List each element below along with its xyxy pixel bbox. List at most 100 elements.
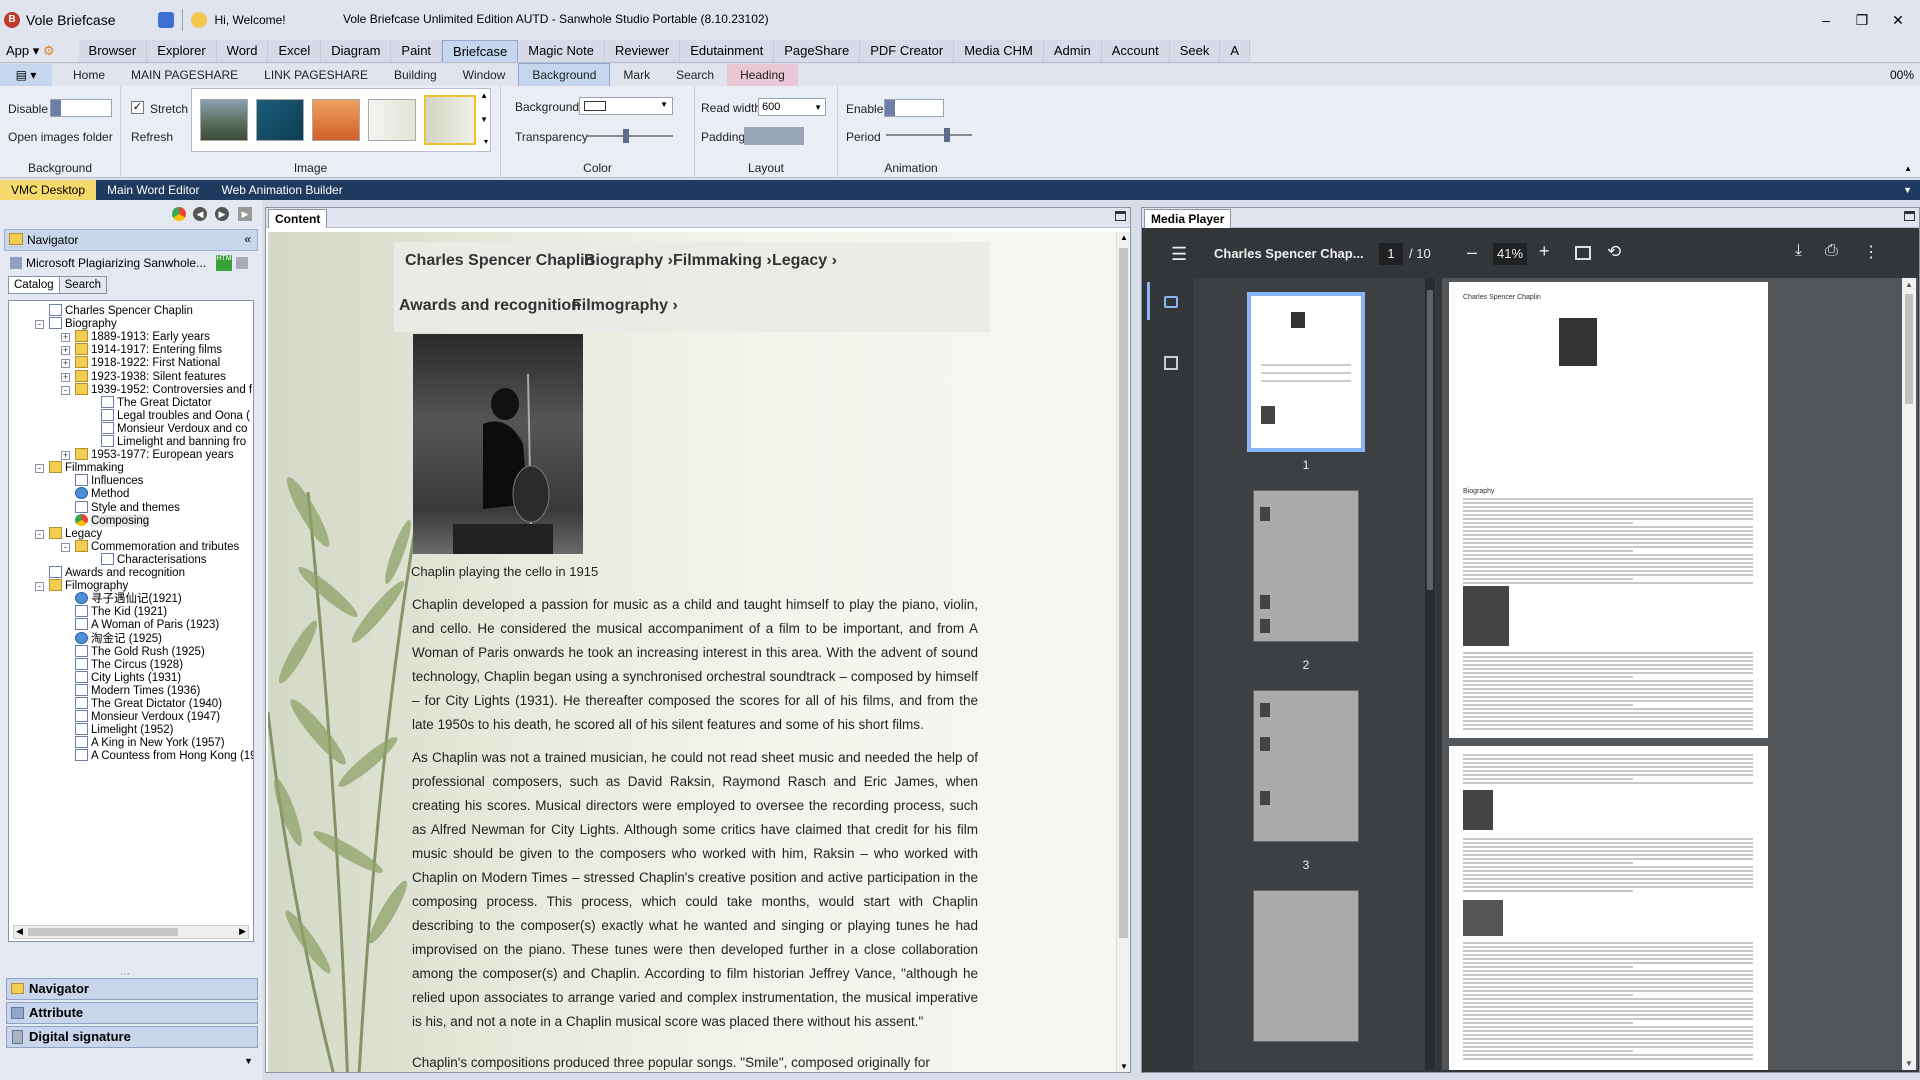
menu-paint[interactable]: Paint (391, 40, 443, 62)
menu-diagram[interactable]: Diagram (321, 40, 392, 62)
expand-icon[interactable]: + (61, 451, 70, 461)
forward-icon[interactable]: ▶ (215, 207, 229, 221)
media-player-tab[interactable]: Media Player (1144, 209, 1232, 228)
menu-explorer[interactable]: Explorer (147, 40, 217, 62)
stretch-checkbox[interactable]: ✓ (131, 101, 144, 114)
menu-magic-note[interactable]: Magic Note (518, 40, 605, 62)
collapse-icon[interactable]: - (35, 320, 44, 330)
expand-icon[interactable]: + (61, 359, 70, 369)
attribute-panel-button[interactable]: Attribute (6, 1002, 258, 1024)
gallery-image-blue[interactable] (256, 99, 304, 141)
print-icon[interactable]: ⎙ (1825, 242, 1838, 260)
digital-signature-panel-button[interactable]: Digital signature (6, 1026, 258, 1048)
page-number-input[interactable]: 1 (1379, 243, 1403, 265)
menu-account[interactable]: Account (1101, 40, 1170, 62)
outline-view-icon[interactable] (1164, 356, 1178, 370)
subtab-home[interactable]: Home (60, 64, 118, 86)
menu-word[interactable]: Word (216, 40, 269, 62)
minimize-button[interactable]: – (1808, 8, 1844, 32)
padding-input[interactable] (744, 127, 804, 145)
subtab-building[interactable]: Building (381, 64, 450, 86)
expand-icon[interactable]: + (61, 333, 70, 343)
tab-search[interactable]: Search (59, 276, 108, 294)
subtab-main-pageshare[interactable]: MAIN PAGESHARE (118, 64, 251, 86)
subtab-link-pageshare[interactable]: LINK PAGESHARE (251, 64, 381, 86)
restore-button[interactable]: ❐ (1844, 8, 1880, 32)
collapse-icon[interactable]: - (35, 582, 44, 592)
tab-main-word-editor[interactable]: Main Word Editor (96, 180, 210, 200)
zoom-in-icon[interactable]: + (1539, 241, 1550, 262)
chrome-icon[interactable] (172, 207, 186, 221)
gallery-image-selected[interactable] (424, 95, 476, 145)
menu-admin[interactable]: Admin (1043, 40, 1102, 62)
back-icon[interactable]: ◀ (193, 207, 207, 221)
gallery-image-orange[interactable] (312, 99, 360, 141)
gallery-scroll-up-icon[interactable]: ▲ (480, 91, 488, 100)
pdf-vertical-scrollbar[interactable]: ▲ ▼ (1902, 278, 1916, 1070)
period-slider[interactable] (886, 128, 972, 142)
content-vertical-scrollbar[interactable]: ▲ ▼ (1116, 232, 1130, 1072)
close-doc-icon[interactable] (236, 257, 248, 269)
tabs-dropdown-icon[interactable]: ▼ (1903, 185, 1912, 195)
enable-toggle[interactable] (884, 99, 944, 117)
expand-icon[interactable]: + (61, 372, 70, 382)
menu-browser[interactable]: Browser (78, 40, 148, 62)
quick-menu-icon[interactable]: ▤ ▾ (0, 64, 52, 86)
html-badge-icon[interactable]: HTM (216, 255, 232, 271)
disable-toggle[interactable] (50, 99, 112, 117)
menu-seek[interactable]: Seek (1169, 40, 1221, 62)
app-menu-button[interactable]: App ▾ ⚙ (0, 40, 63, 62)
menu-reviewer[interactable]: Reviewer (605, 40, 681, 62)
page-nav-filmmaking[interactable]: Filmmaking › (673, 252, 772, 270)
tab-web-animation-builder[interactable]: Web Animation Builder (211, 180, 354, 200)
subtab-window[interactable]: Window (450, 64, 519, 86)
menu-excel[interactable]: Excel (268, 40, 322, 62)
menu-icon[interactable]: ☰ (1171, 244, 1187, 265)
page-thumbnail-1[interactable] (1247, 292, 1365, 452)
page-nav-legacy[interactable]: Legacy › (772, 252, 837, 270)
menu-pageshare[interactable]: PageShare (774, 40, 861, 62)
zoom-out-icon[interactable]: – (1467, 242, 1477, 263)
background-color-select[interactable]: ▼ (579, 97, 673, 115)
page-thumbnail-2[interactable] (1253, 490, 1359, 642)
subtab-background[interactable]: Background (518, 63, 611, 87)
collapse-icon[interactable]: - (35, 529, 44, 539)
open-images-folder-button[interactable]: Open images folder (8, 130, 113, 144)
page-nav-awards[interactable]: Awards and recognition (399, 297, 581, 315)
page-thumbnail-4[interactable] (1253, 890, 1359, 1042)
content-tab[interactable]: Content (268, 209, 328, 228)
page-thumbnail-3[interactable] (1253, 690, 1359, 842)
thumbnails-view-icon[interactable] (1164, 296, 1178, 308)
transparency-slider[interactable] (587, 129, 673, 143)
user-icon[interactable] (190, 12, 207, 28)
page-nav-title[interactable]: Charles Spencer Chaplin (405, 252, 594, 270)
gallery-scroll-down-icon[interactable]: ▼ (480, 115, 488, 124)
thumbnail-scrollbar[interactable] (1425, 278, 1435, 1070)
collapse-icon[interactable]: - (61, 542, 70, 552)
tree-item[interactable]: A Countess from Hong Kong (19 (75, 748, 253, 764)
page-nav-filmography[interactable]: Filmography › (572, 297, 678, 315)
tab-catalog[interactable]: Catalog (8, 276, 60, 294)
panel-options-icon[interactable]: ▼ (244, 1056, 253, 1066)
download-icon[interactable]: ⤓ (1795, 242, 1802, 260)
gallery-image-mountains[interactable] (200, 99, 248, 141)
menu-briefcase[interactable]: Briefcase (442, 40, 519, 62)
tab-vmc-desktop[interactable]: VMC Desktop (0, 180, 97, 200)
subtab-heading[interactable]: Heading (727, 64, 798, 86)
collapse-icon[interactable]: - (61, 385, 70, 395)
collapse-icon[interactable]: - (35, 464, 44, 474)
read-width-input[interactable]: 600 ▼ (758, 98, 826, 116)
menu-pdf-creator[interactable]: PDF Creator (860, 40, 955, 62)
menu-edutainment[interactable]: Edutainment (680, 40, 775, 62)
gallery-expand-icon[interactable]: ▾ (484, 137, 488, 146)
navigator-panel-button[interactable]: Navigator (6, 978, 258, 1000)
zoom-input[interactable]: 41% (1493, 243, 1527, 265)
collapse-ribbon-icon[interactable]: ▲ (1904, 164, 1912, 173)
page-nav-biography[interactable]: Biography › (584, 252, 673, 270)
tree-horizontal-scrollbar[interactable]: ◀ ▶ (13, 925, 249, 939)
maximize-media-icon[interactable] (1904, 211, 1915, 221)
shield-icon[interactable] (157, 12, 174, 28)
play-icon[interactable]: ▶ (238, 207, 252, 221)
gallery-image-plant[interactable] (368, 99, 416, 141)
collapse-navigator-icon[interactable]: « (244, 232, 251, 246)
